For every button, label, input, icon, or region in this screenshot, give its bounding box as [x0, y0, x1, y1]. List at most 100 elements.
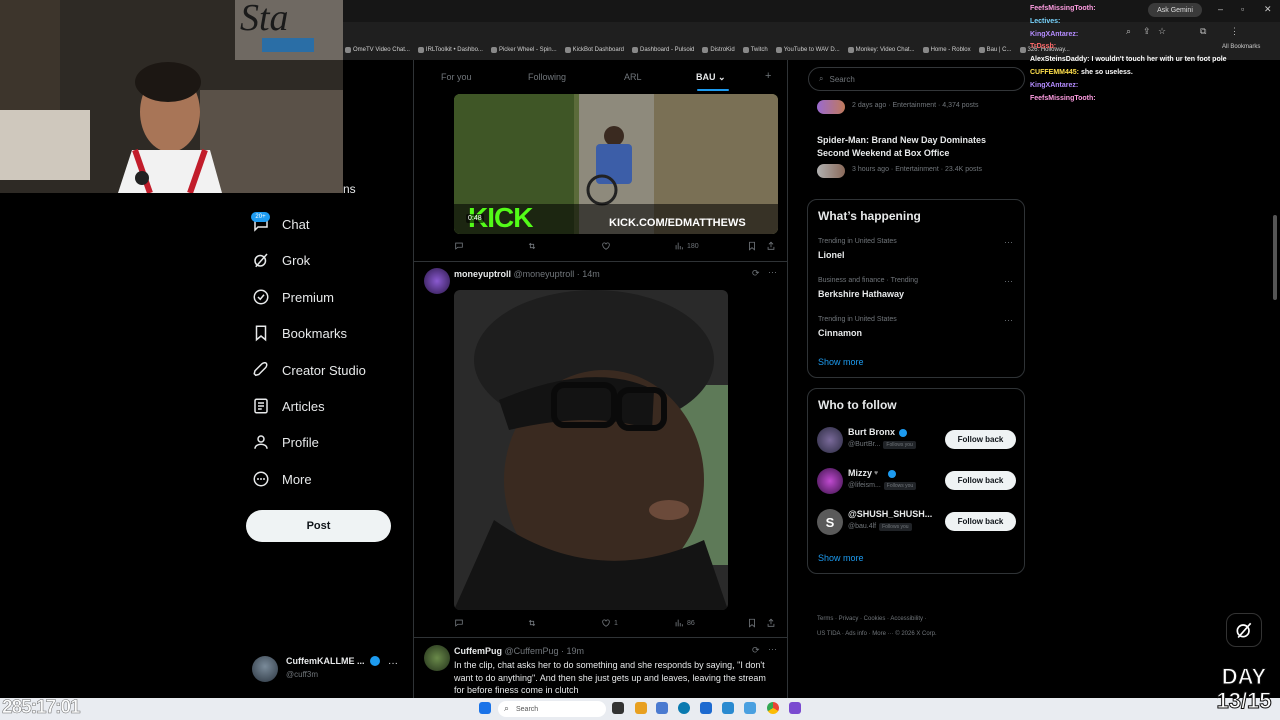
app-icon[interactable] — [656, 702, 668, 714]
nav-item-profile[interactable]: Profile — [252, 430, 319, 454]
grok-button[interactable] — [1226, 613, 1262, 647]
bookmark-item[interactable]: Twitch — [742, 47, 768, 53]
nav-item-bookmarks[interactable]: Bookmarks — [252, 321, 347, 345]
bookmark-item[interactable]: YouTube to WAV D... — [775, 47, 840, 53]
bookmark-favicon-icon — [632, 47, 638, 53]
bookmark-item[interactable]: KickBot Dashboard — [564, 47, 624, 53]
trend-more-icon[interactable]: ··· — [1004, 315, 1013, 325]
post-button[interactable]: Post — [246, 510, 391, 542]
post-video[interactable]: KICK KICK.COM/EDMATTHEWS 0:48 — [454, 94, 778, 234]
follow-back-button[interactable]: Follow back — [945, 512, 1016, 531]
app-icon[interactable] — [722, 702, 734, 714]
bookmark-item[interactable]: IRLToolkit • Dashbo... — [417, 47, 483, 53]
verified-badge-icon — [370, 656, 380, 666]
follow-back-button[interactable]: Follow back — [945, 471, 1016, 490]
chat-message: TrDssb: — [1030, 41, 1280, 54]
nav-item-articles[interactable]: Articles — [252, 394, 325, 418]
post-image[interactable] — [454, 290, 728, 610]
avatar[interactable] — [424, 268, 450, 294]
bookmark-item[interactable]: Monkey: Video Chat... — [847, 47, 915, 53]
bookmark-favicon-icon — [417, 47, 424, 53]
nav-item-more[interactable]: More — [252, 467, 312, 491]
repost-icon[interactable] — [527, 241, 537, 251]
share-icon[interactable] — [766, 618, 776, 628]
bookmark-label: Monkey: Video Chat... — [855, 47, 915, 53]
show-more-link[interactable]: Show more — [818, 553, 864, 563]
trend-item[interactable]: Trending in United States Lionel ··· — [808, 237, 1024, 267]
bookmark-item[interactable]: Bau | C... — [978, 47, 1012, 53]
scrollbar[interactable] — [1273, 215, 1277, 300]
bookmark-item[interactable]: Home - Roblox — [922, 47, 971, 53]
bookmark-item[interactable]: DistroKid — [702, 47, 735, 53]
like-stat[interactable]: 1 — [601, 618, 618, 628]
follow-name: @SHUSH_SHUSH... — [848, 509, 933, 519]
nav-item-grok[interactable]: Grok — [252, 248, 310, 272]
taskbar-search[interactable]: ⌕ Search — [498, 701, 606, 717]
follow-suggestion[interactable]: Mizzy ♥ @lifeism... Follows you Follow ba… — [808, 466, 1024, 496]
post-more-icon[interactable]: ··· — [768, 267, 777, 277]
follow-back-button[interactable]: Follow back — [945, 430, 1016, 449]
tab-bau[interactable]: BAU ⌄ — [696, 72, 726, 83]
like-icon[interactable] — [601, 241, 611, 251]
views-stat[interactable]: 86 — [674, 618, 695, 628]
nav-item-premium[interactable]: Premium — [252, 285, 334, 309]
show-more-link[interactable]: Show more — [818, 357, 864, 367]
follow-suggestion[interactable]: S @SHUSH_SHUSH... @bau.4lf Follows you Fo… — [808, 507, 1024, 537]
start-icon[interactable] — [479, 702, 491, 714]
post-author[interactable]: moneyuptroll @moneyuptroll · 14m — [454, 269, 600, 279]
share-icon[interactable] — [766, 241, 776, 251]
trend-item[interactable]: Trending in United States Cinnamon ··· — [808, 315, 1024, 345]
bookmark-icon[interactable] — [747, 241, 757, 251]
tab-arl[interactable]: ARL — [624, 72, 642, 82]
trend-item[interactable]: Business and finance · Trending Berkshir… — [808, 276, 1024, 306]
taskbar-search-label: Search — [516, 705, 539, 713]
tab-for-you[interactable]: For you — [441, 72, 472, 82]
bookmark-item[interactable]: Picker Wheel - Spin... — [490, 47, 557, 53]
trend-more-icon[interactable]: ··· — [1004, 276, 1013, 286]
reply-icon[interactable] — [454, 618, 464, 628]
active-tab-indicator — [697, 89, 729, 91]
bookmark-item[interactable]: OmeTV Video Chat... — [345, 47, 410, 53]
edge-icon[interactable] — [678, 702, 690, 714]
trend-more-icon[interactable]: ··· — [1004, 237, 1013, 247]
grok-analyze-icon[interactable]: ⟳ — [752, 645, 760, 656]
verified-badge-icon — [899, 429, 907, 437]
nav-item-label: Bookmarks — [282, 325, 348, 341]
news-title[interactable]: Spider-Man: Brand New Day Dominates Seco… — [817, 134, 1017, 159]
follow-suggestion[interactable]: Burt Bronx @BurtBr... Follows you Follow … — [808, 425, 1024, 455]
app-icon[interactable] — [789, 702, 801, 714]
articles-icon — [254, 398, 268, 414]
avatar[interactable] — [424, 645, 450, 671]
footer-line[interactable]: Terms · Privacy · Cookies · Accessibilit… — [817, 612, 1017, 627]
views-stat[interactable]: 180 — [674, 241, 699, 251]
app-icon[interactable] — [700, 702, 712, 714]
task-view-icon[interactable] — [612, 702, 624, 714]
account-switcher[interactable]: CuffemKALLME ... @cuff3m ··· — [252, 654, 402, 684]
add-tab-button[interactable]: + — [765, 70, 771, 82]
post-button-label: Post — [306, 520, 331, 532]
post-more-icon[interactable]: ··· — [768, 644, 777, 654]
bookmark-item[interactable]: Dashboard - Pulsoid — [632, 47, 694, 53]
bookmark-label: Dashboard - Pulsoid — [640, 47, 695, 53]
explorer-icon[interactable] — [635, 702, 647, 714]
app-icon[interactable] — [744, 702, 756, 714]
chrome-icon[interactable] — [767, 702, 779, 714]
nav-item-creator-studio[interactable]: Creator Studio — [252, 358, 366, 382]
tab-bau-label: BAU — [696, 72, 716, 82]
nav-partial-label: ns — [343, 182, 356, 196]
reply-icon[interactable] — [454, 241, 464, 251]
chat-username: Lectives: — [1030, 17, 1061, 25]
post-author[interactable]: CuffemPug @CuffemPug · 19m — [454, 646, 584, 656]
bookmark-favicon-icon — [742, 47, 749, 53]
grok-analyze-icon[interactable]: ⟳ — [752, 268, 760, 279]
tab-following[interactable]: Following — [528, 72, 566, 82]
nav-item-label: Grok — [282, 252, 311, 268]
webcam-overlay: Sta — [0, 0, 343, 193]
follow-name: Burt Bronx — [848, 427, 895, 437]
account-more-icon[interactable]: ··· — [388, 658, 398, 669]
repost-icon[interactable] — [527, 618, 537, 628]
footer-line[interactable]: US TIDA · Ads info · More ··· © 2026 X C… — [817, 627, 1017, 642]
bookmark-icon[interactable] — [747, 618, 757, 628]
trend-meta: 2 days ago · Entertainment · 4,374 posts — [852, 102, 979, 109]
author-name: CuffemPug — [454, 646, 502, 656]
